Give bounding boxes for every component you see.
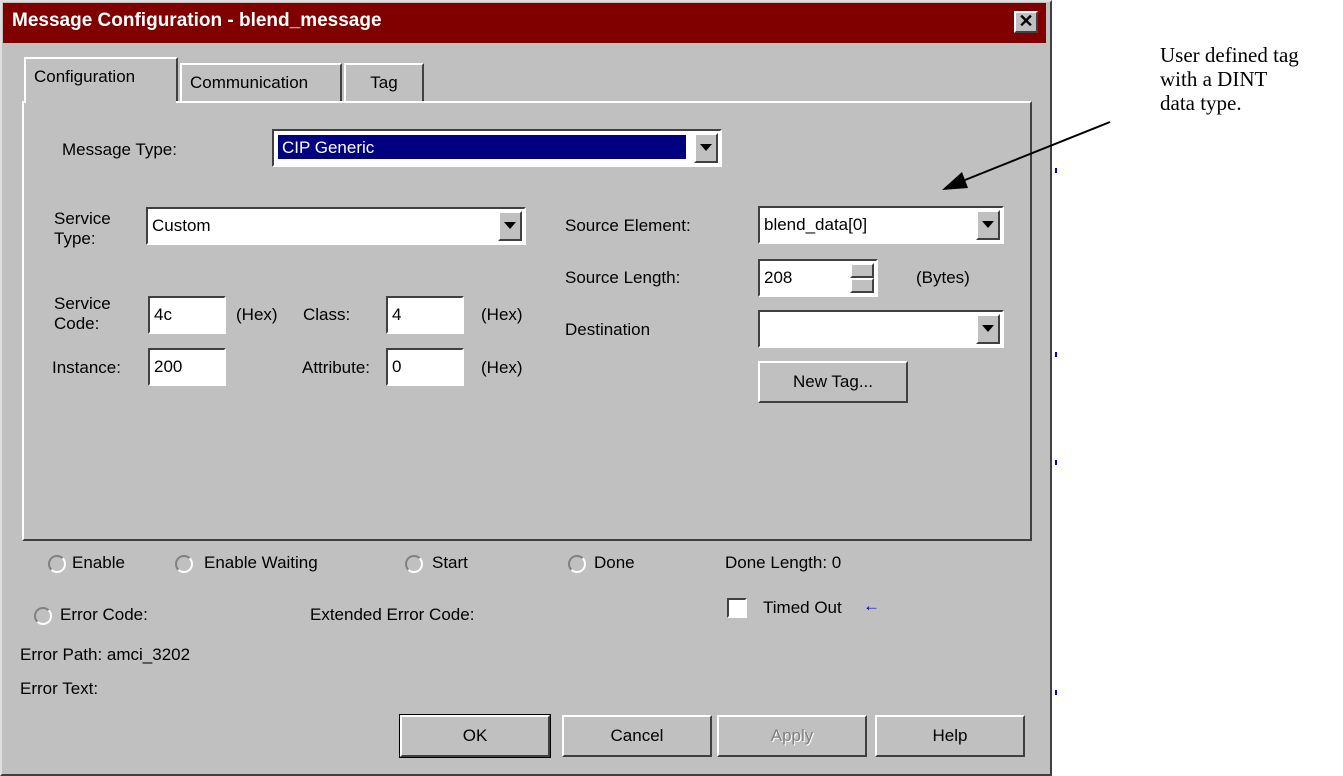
close-button[interactable]: ✕ bbox=[1014, 11, 1038, 33]
service-type-dropdown-button[interactable] bbox=[498, 211, 522, 241]
instance-input[interactable]: 200 bbox=[148, 348, 226, 386]
destination-dropdown-button[interactable] bbox=[976, 314, 1000, 344]
tab-tag[interactable]: Tag bbox=[344, 63, 424, 101]
ok-button[interactable]: OK bbox=[399, 714, 551, 758]
annotation-line-1: User defined tag bbox=[1160, 43, 1299, 67]
cancel-button[interactable]: Cancel bbox=[562, 715, 712, 757]
window-title: Message Configuration - blend_message bbox=[12, 10, 382, 31]
spin-up-icon[interactable] bbox=[850, 263, 874, 278]
service-code-hex-label: (Hex) bbox=[236, 305, 278, 324]
service-code-label-line1: Service bbox=[54, 294, 111, 313]
annotation-arrow-head bbox=[942, 172, 968, 190]
enable-label: Enable bbox=[72, 553, 125, 572]
attribute-hex-label: (Hex) bbox=[481, 358, 523, 377]
apply-button[interactable]: Apply bbox=[717, 715, 867, 757]
error-path-label: Error Path: amci_3202 bbox=[20, 645, 191, 664]
enable-waiting-label: Enable Waiting bbox=[204, 553, 318, 572]
error-code-label: Error Code: bbox=[60, 605, 148, 624]
chevron-down-icon bbox=[504, 222, 516, 229]
service-type-select[interactable]: Custom bbox=[146, 207, 526, 245]
class-label: Class: bbox=[303, 305, 351, 324]
source-element-dropdown-button[interactable] bbox=[976, 210, 1000, 240]
annotation-line-3: data type. bbox=[1160, 91, 1242, 115]
source-element-select[interactable]: blend_data[0] bbox=[758, 206, 1004, 244]
active-tab-joint bbox=[26, 99, 176, 103]
timed-out-checkbox[interactable] bbox=[727, 598, 747, 618]
service-type-label: Service Type: bbox=[54, 209, 111, 249]
source-element-value: blend_data[0] bbox=[764, 215, 868, 234]
enable-indicator bbox=[48, 555, 66, 573]
tab-configuration[interactable]: Configuration bbox=[24, 57, 178, 101]
attribute-input[interactable]: 0 bbox=[386, 348, 464, 386]
source-length-spinner[interactable] bbox=[850, 263, 874, 293]
done-length-label: Done Length: 0 bbox=[725, 553, 842, 572]
arrow-left-icon: ← bbox=[863, 596, 880, 615]
message-type-select[interactable]: CIP Generic bbox=[272, 129, 722, 167]
destination-select[interactable] bbox=[758, 310, 1004, 348]
instance-label: Instance: bbox=[52, 358, 121, 377]
service-code-label-line2: Code: bbox=[54, 314, 100, 333]
source-length-input[interactable]: 208 bbox=[758, 259, 878, 297]
new-tag-button[interactable]: New Tag... bbox=[758, 361, 908, 403]
annotation-line-2: with a DINT bbox=[1160, 67, 1268, 91]
timed-out-label: Timed Out bbox=[763, 598, 842, 617]
message-type-dropdown-button[interactable] bbox=[694, 133, 718, 163]
edge-mark bbox=[1055, 460, 1057, 465]
annotation-arrow bbox=[942, 121, 1111, 190]
source-length-label: Source Length: bbox=[565, 268, 681, 287]
message-type-value: CIP Generic bbox=[278, 135, 686, 159]
help-button[interactable]: Help bbox=[875, 715, 1025, 757]
done-label: Done bbox=[594, 553, 635, 572]
service-type-value: Custom bbox=[152, 216, 211, 235]
source-length-value: 208 bbox=[764, 268, 793, 287]
start-label: Start bbox=[432, 553, 468, 572]
class-input[interactable]: 4 bbox=[386, 296, 464, 334]
bytes-label: (Bytes) bbox=[916, 268, 970, 287]
edge-mark bbox=[1055, 690, 1057, 695]
attribute-label: Attribute: bbox=[302, 358, 371, 377]
start-indicator bbox=[405, 555, 423, 573]
chevron-down-icon bbox=[700, 144, 712, 151]
annotation-text: User defined tag with a DINT data type. bbox=[1160, 43, 1299, 115]
annotation-arrow-line bbox=[959, 121, 1111, 183]
close-icon: ✕ bbox=[1018, 11, 1034, 31]
tab-tag-label: Tag bbox=[370, 73, 398, 92]
error-code-indicator bbox=[34, 607, 52, 625]
tab-configuration-label: Configuration bbox=[34, 67, 136, 86]
tab-communication-label: Communication bbox=[190, 73, 309, 92]
service-code-label: Service Code: bbox=[54, 294, 111, 334]
message-type-label: Message Type: bbox=[62, 140, 177, 159]
done-indicator bbox=[568, 555, 586, 573]
tab-communication[interactable]: Communication bbox=[180, 63, 342, 101]
class-hex-label: (Hex) bbox=[481, 305, 523, 324]
service-code-input[interactable]: 4c bbox=[148, 296, 226, 334]
edge-mark bbox=[1055, 352, 1057, 357]
extended-error-code-label: Extended Error Code: bbox=[310, 605, 475, 624]
chevron-down-icon bbox=[982, 325, 994, 332]
source-element-label: Source Element: bbox=[565, 216, 691, 235]
error-text-label: Error Text: bbox=[20, 679, 99, 698]
service-type-label-line1: Service bbox=[54, 209, 111, 228]
spin-down-icon[interactable] bbox=[850, 278, 874, 293]
chevron-down-icon bbox=[982, 221, 994, 228]
destination-label: Destination bbox=[565, 320, 651, 339]
enable-waiting-indicator bbox=[175, 555, 193, 573]
service-type-label-line2: Type: bbox=[54, 229, 96, 248]
